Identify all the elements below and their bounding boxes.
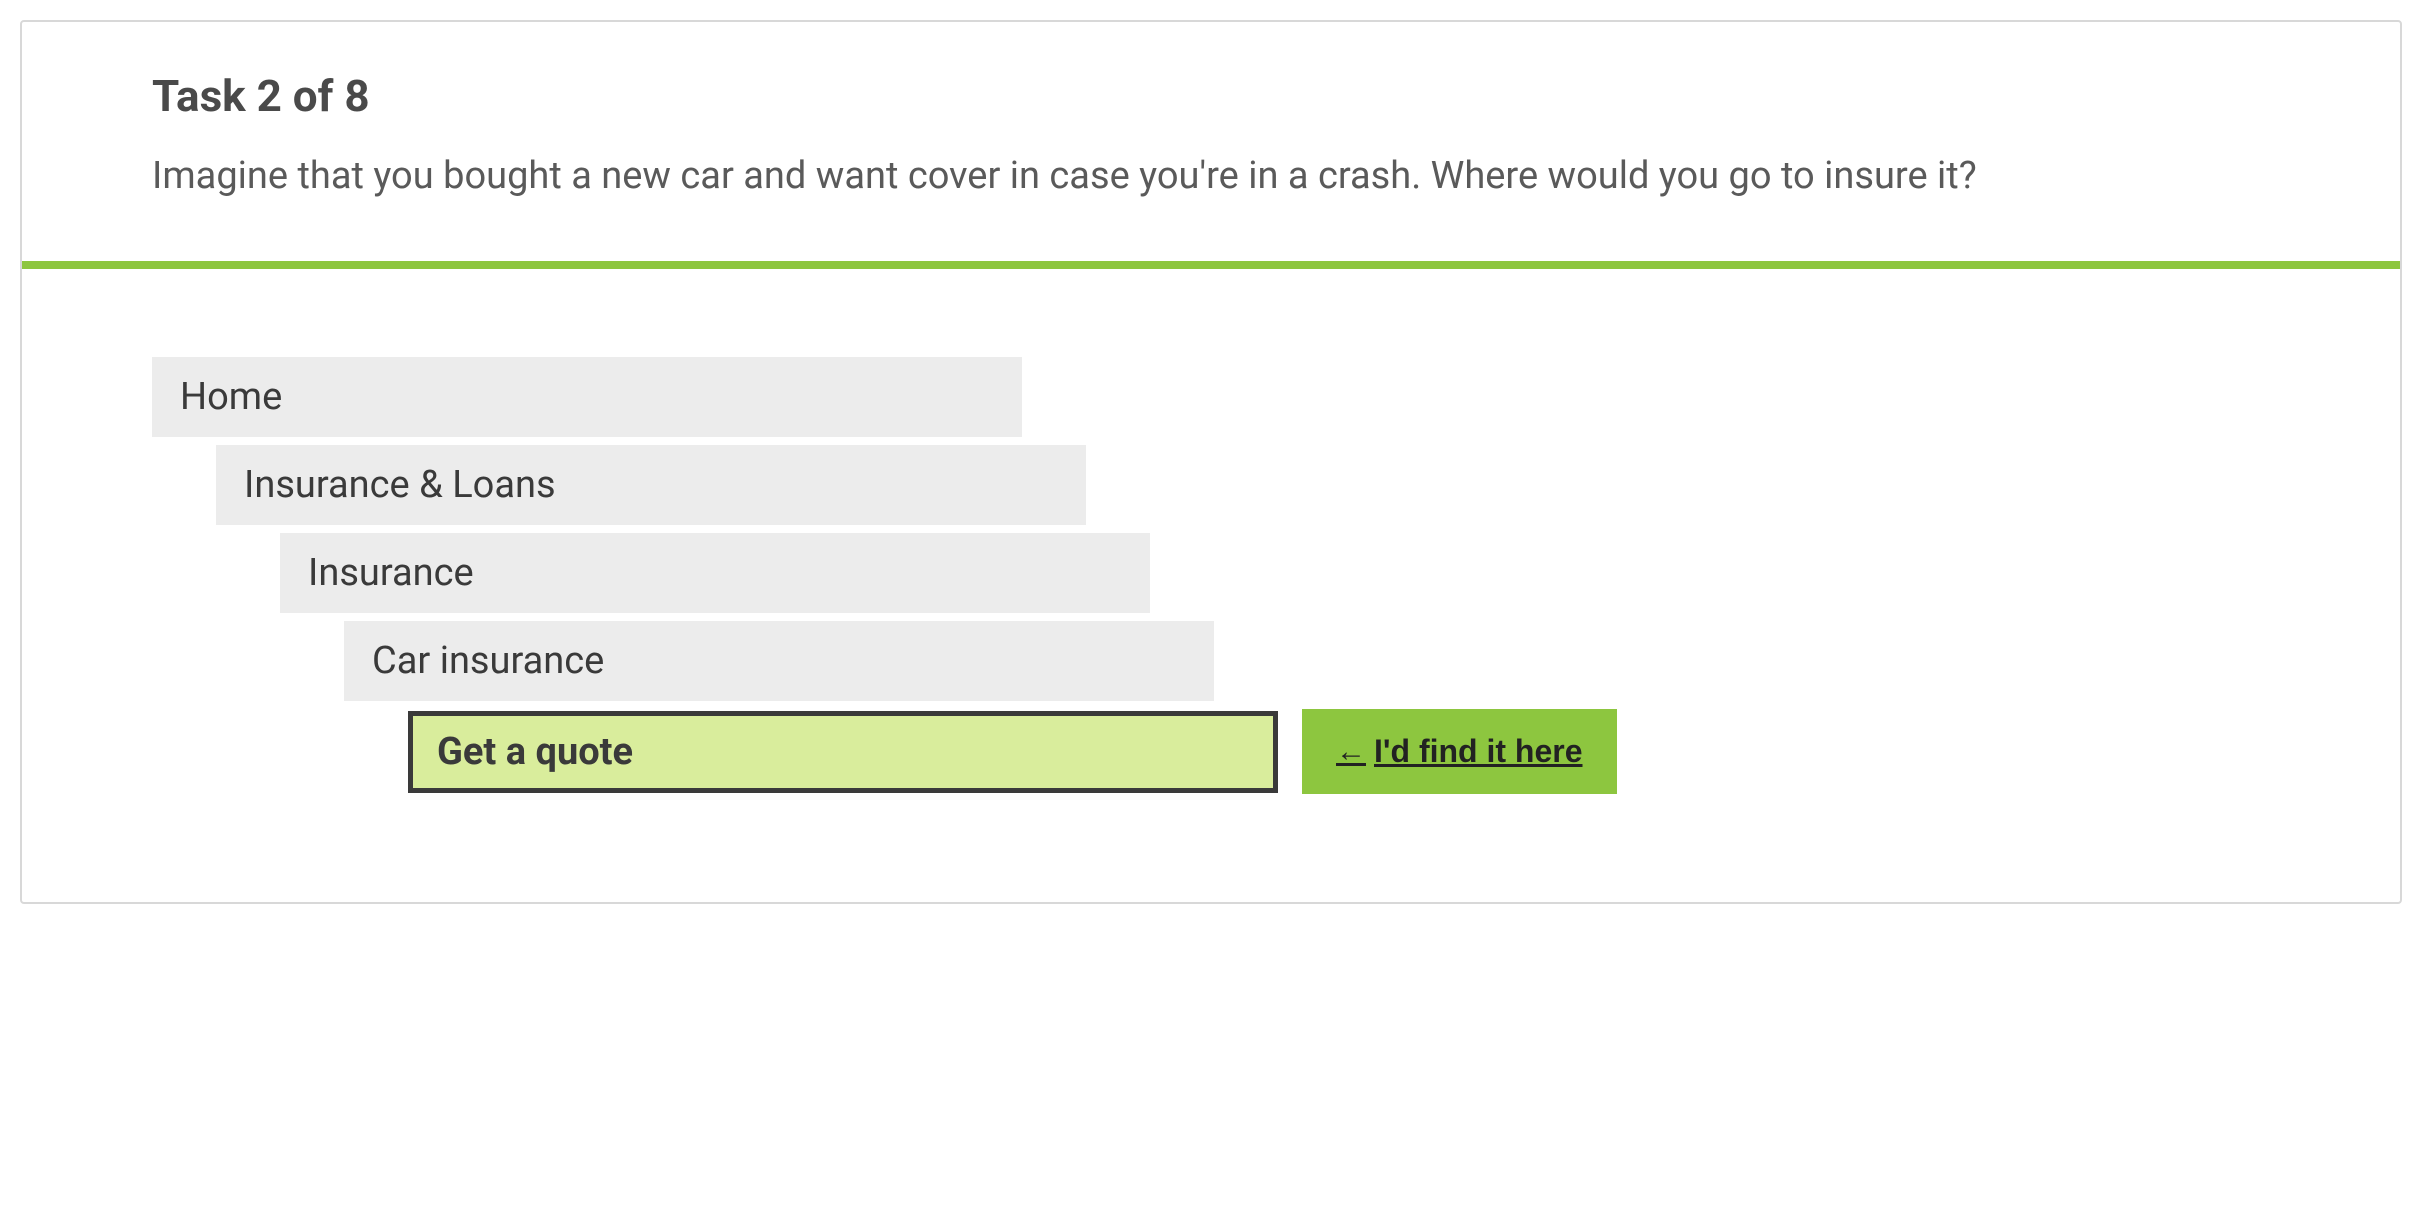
tree-item-car-insurance[interactable]: Car insurance [344, 621, 1214, 701]
arrow-left-icon: ← [1336, 735, 1366, 769]
tree-item-insurance[interactable]: Insurance [280, 533, 1150, 613]
tree-item-home[interactable]: Home [152, 357, 1022, 437]
find-it-here-label: I'd find it here [1374, 733, 1583, 770]
task-title: Task 2 of 8 [152, 70, 2270, 122]
tree-row: Car insurance [152, 621, 2270, 701]
tree-row: Get a quote ← I'd find it here [152, 709, 2270, 794]
tree-item-insurance-loans[interactable]: Insurance & Loans [216, 445, 1086, 525]
tree-item-get-a-quote[interactable]: Get a quote [408, 711, 1278, 793]
tree-row: Insurance [152, 533, 2270, 613]
task-container: Task 2 of 8 Imagine that you bought a ne… [20, 20, 2402, 904]
find-it-here-button[interactable]: ← I'd find it here [1302, 709, 1617, 794]
task-header: Task 2 of 8 Imagine that you bought a ne… [22, 22, 2400, 261]
tree-area: Home Insurance & Loans Insurance Car ins… [22, 269, 2400, 902]
task-description: Imagine that you bought a new car and wa… [152, 148, 2270, 205]
divider [22, 261, 2400, 269]
tree-row: Home [152, 357, 2270, 437]
tree-row: Insurance & Loans [152, 445, 2270, 525]
